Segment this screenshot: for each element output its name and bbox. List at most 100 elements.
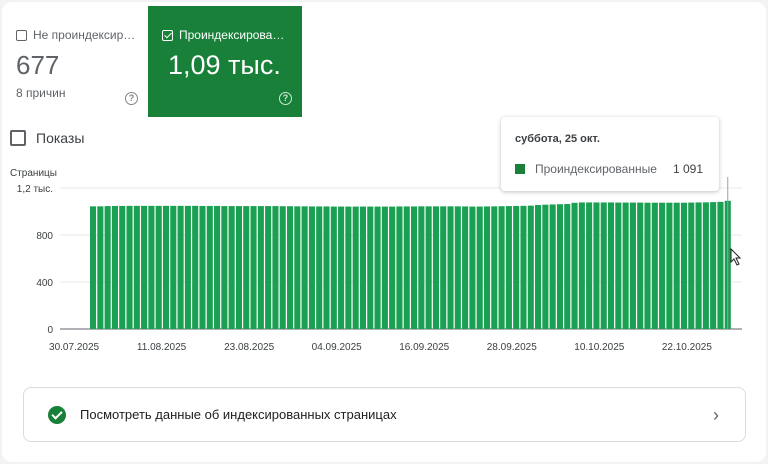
checkbox-icon[interactable]: [16, 29, 27, 41]
bar: [177, 205, 184, 329]
bar: [469, 206, 476, 329]
chart-tooltip: суббота, 25 окт. Проиндексированные 1 09…: [501, 117, 719, 191]
bar: [294, 206, 301, 329]
tile-reasons: 8 причин: [16, 86, 66, 100]
view-indexed-pages-link[interactable]: Посмотреть данные об индексированных стр…: [23, 387, 746, 442]
y-tick-label: 800: [36, 231, 53, 242]
bar: [476, 206, 483, 329]
bar: [221, 206, 228, 329]
bar: [622, 202, 629, 329]
bar: [425, 206, 432, 329]
x-tick-label: 22.10.2025: [662, 342, 712, 353]
bar: [637, 202, 644, 329]
link-label: Посмотреть данные об индексированных стр…: [80, 407, 397, 422]
bar: [323, 206, 330, 329]
bar: [527, 205, 534, 330]
tile-label: Проиндексирова…: [179, 28, 285, 42]
bar: [286, 206, 294, 329]
chevron-right-icon: ›: [713, 405, 719, 425]
bar: [367, 206, 374, 329]
mouse-cursor-icon: [730, 248, 742, 266]
bar: [352, 206, 359, 329]
bar: [447, 206, 454, 329]
bar: [374, 206, 381, 329]
bar: [432, 206, 439, 329]
tooltip-value: 1 091: [672, 162, 703, 176]
impressions-toggle[interactable]: Показы: [10, 130, 84, 146]
bar: [411, 206, 418, 329]
bar: [119, 205, 126, 329]
tooltip-series: Проиндексированные: [535, 162, 657, 176]
tile-indexed[interactable]: Проиндексирова… 1,09 тыс. ?: [148, 6, 302, 117]
bar: [673, 202, 680, 329]
bar: [666, 202, 673, 329]
bar: [126, 205, 133, 329]
tile-indexed-header: Проиндексирова…: [162, 28, 284, 42]
x-tick-label: 10.10.2025: [574, 342, 624, 353]
bar: [104, 206, 111, 329]
checkbox-icon[interactable]: [10, 130, 26, 146]
bar: [556, 204, 564, 329]
indexed-pages-chart[interactable]: 0 400 800 1,2 тыс. 30.07.2025 11.08.2025 23.08…: [2, 177, 766, 362]
x-tick-label: 11.08.2025: [137, 342, 187, 353]
bar: [418, 206, 425, 329]
bar: [483, 206, 491, 329]
bar: [396, 206, 403, 329]
bar: [505, 206, 512, 329]
tile-not-indexed-header: Не проиндексир…: [16, 28, 135, 42]
bar: [235, 206, 243, 329]
bar: [462, 206, 469, 329]
bar: [279, 206, 286, 329]
bar: [170, 205, 177, 329]
x-tick-label: 04.09.2025: [312, 342, 362, 353]
bar: [316, 206, 323, 329]
bar: [301, 206, 308, 329]
bar: [359, 206, 367, 329]
bar: [607, 202, 615, 329]
x-tick-label: 16.09.2025: [399, 342, 449, 353]
bar: [199, 205, 206, 329]
bar: [155, 205, 162, 329]
bar: [542, 204, 549, 329]
bar: [330, 206, 337, 329]
tile-not-indexed[interactable]: Не проиндексир… 677 8 причин ?: [2, 6, 148, 117]
y-tick-label: 0: [47, 325, 53, 336]
bar: [192, 205, 199, 329]
bar: [389, 206, 396, 329]
bar: [498, 206, 505, 329]
bar: [710, 202, 717, 329]
bar: [265, 206, 272, 329]
bar: [250, 206, 257, 329]
bar: [272, 206, 279, 329]
help-icon[interactable]: ?: [279, 92, 292, 105]
bar: [214, 205, 221, 329]
checkbox-checked-icon[interactable]: [162, 29, 173, 41]
bar: [257, 206, 264, 329]
bar: [308, 206, 315, 329]
bar: [141, 205, 148, 329]
bar: [491, 206, 498, 329]
bar: [133, 205, 140, 329]
index-report-card: Не проиндексир… 677 8 причин ? Проиндекс…: [2, 2, 766, 462]
bar: [97, 206, 104, 329]
bar: [403, 206, 410, 329]
tooltip-swatch: [515, 164, 525, 174]
bar: [381, 206, 388, 329]
bar: [615, 202, 622, 329]
x-tick-label: 30.07.2025: [49, 342, 99, 353]
tile-value: 1,09 тыс.: [168, 50, 281, 80]
bar: [717, 201, 724, 329]
bar: [228, 206, 235, 329]
x-tick-label: 23.08.2025: [224, 342, 274, 353]
bar: [644, 202, 651, 329]
bar: [695, 202, 702, 329]
help-icon[interactable]: ?: [125, 92, 138, 105]
bar: [564, 203, 571, 329]
bar: [600, 202, 607, 329]
bar: [206, 205, 213, 329]
y-tick-label: 1,2 тыс.: [17, 184, 53, 195]
bar: [111, 205, 118, 329]
bar: [454, 206, 461, 329]
bar: [586, 202, 593, 329]
bar: [520, 205, 527, 329]
